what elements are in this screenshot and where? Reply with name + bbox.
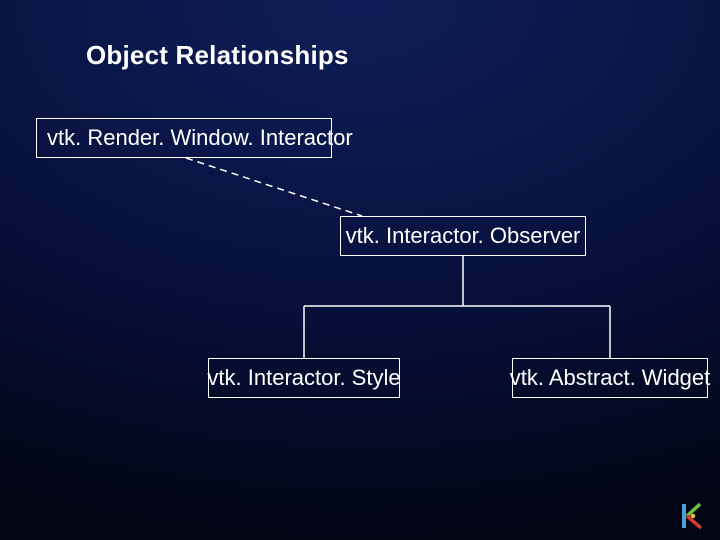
node-interactor-observer: vtk. Interactor. Observer	[340, 216, 586, 256]
node-abstract-widget: vtk. Abstract. Widget	[512, 358, 708, 398]
connectors	[0, 0, 720, 540]
slide-title: Object Relationships	[86, 40, 349, 71]
edge-rwi-to-io	[186, 158, 362, 216]
kitware-logo-icon	[680, 502, 706, 530]
node-render-window-interactor: vtk. Render. Window. Interactor	[36, 118, 332, 158]
slide: Object Relationships vtk. Render. Window…	[0, 0, 720, 540]
node-interactor-style: vtk. Interactor. Style	[208, 358, 400, 398]
